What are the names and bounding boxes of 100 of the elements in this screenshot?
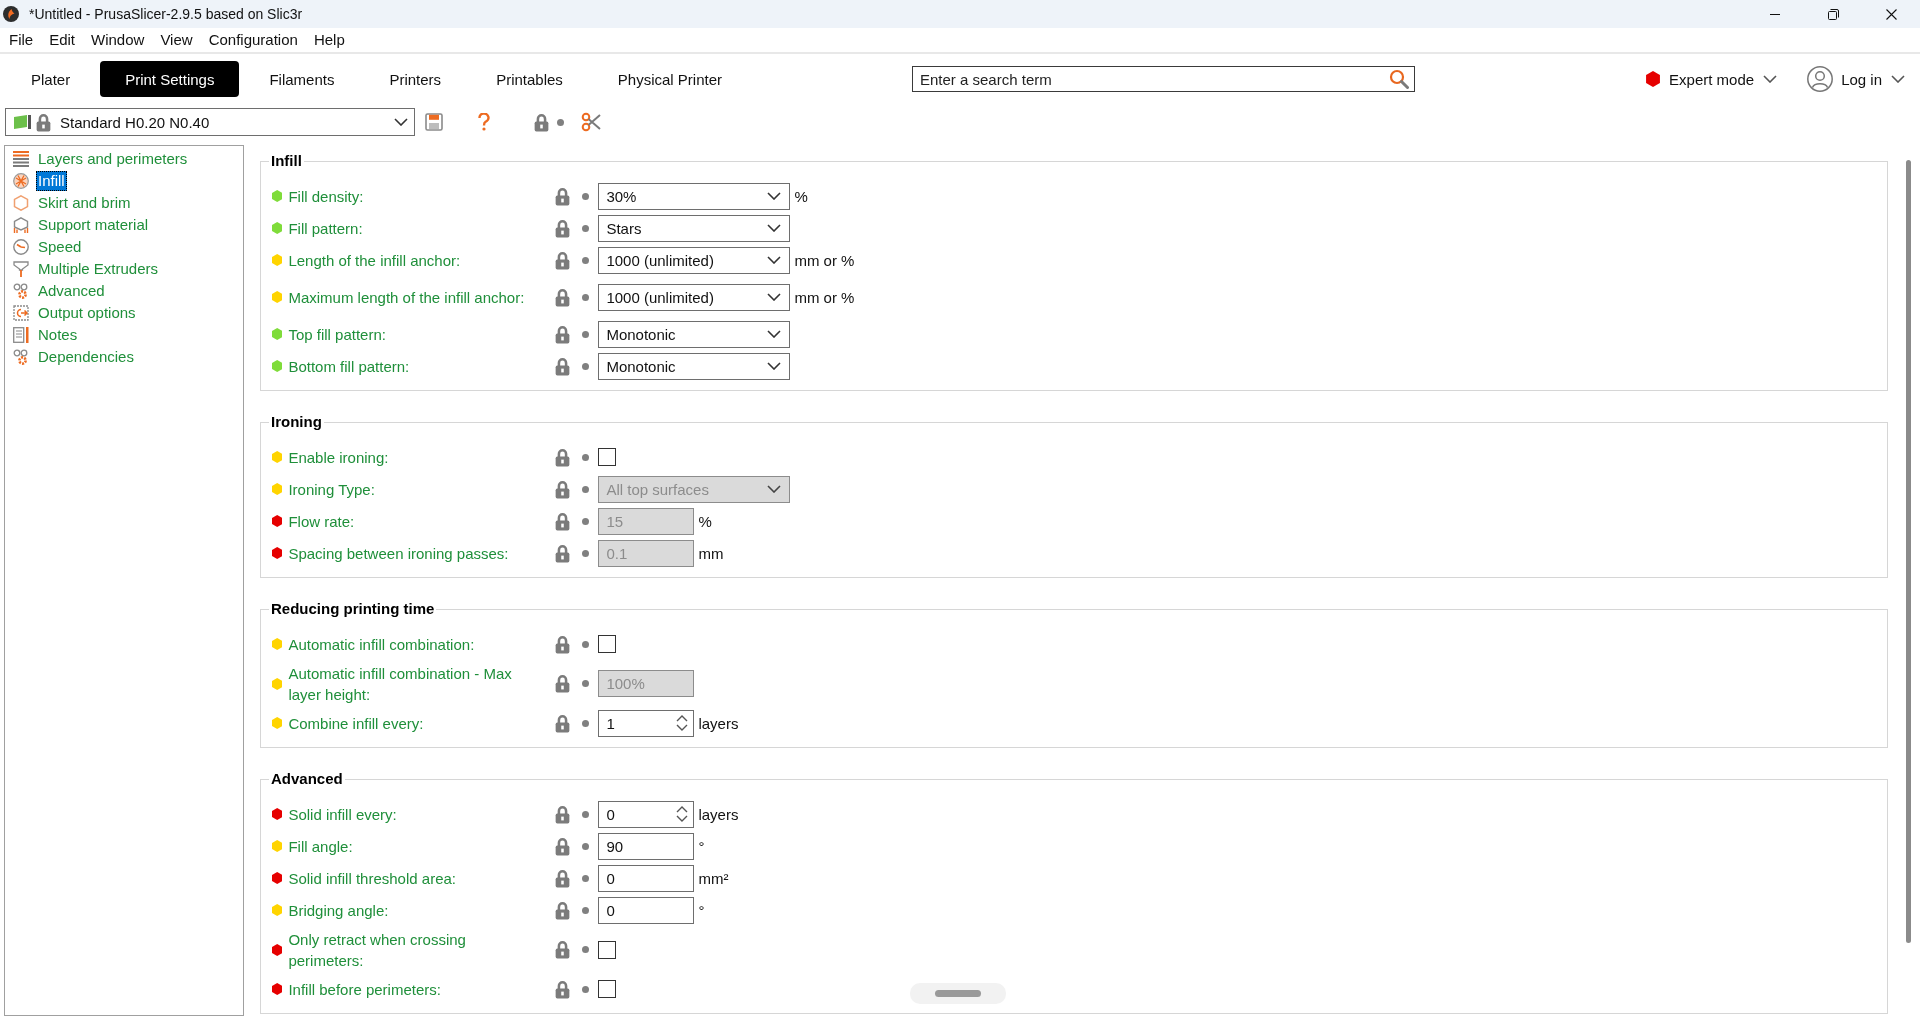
lock-icon[interactable] [555,479,571,499]
dropdown[interactable]: Monotonic [598,352,791,380]
checkbox[interactable] [598,635,617,653]
lock-icon[interactable] [555,713,571,733]
tab[interactable]: Print Settings [100,61,240,97]
login-button[interactable]: Log in [1841,70,1905,88]
group-title: Reducing printing time [270,600,436,618]
chevron-down-icon [767,224,782,232]
spin-field[interactable]: 0 [598,800,695,828]
lock-icon[interactable] [555,511,571,531]
preset-dropdown[interactable]: Standard H0.20 N0.40 [5,108,415,136]
dot-icon[interactable] [582,293,590,301]
text-field[interactable]: 0 [598,896,695,924]
sidebar-item[interactable]: Infill [36,171,67,191]
menu-item[interactable]: Help [305,29,353,51]
lock-icon[interactable] [555,324,571,344]
sidebar-item[interactable]: Dependencies [36,347,136,367]
lock-icon[interactable] [555,804,571,824]
tab[interactable]: Printers [364,61,467,97]
option-label: Flow rate: [288,511,355,532]
sidebar-item[interactable]: Advanced [36,281,107,301]
dropdown[interactable]: Stars [598,214,791,242]
checkbox[interactable] [598,448,617,466]
menu-item[interactable]: View [152,29,201,51]
spin-field[interactable]: 1 [598,709,695,737]
lock-icon[interactable] [534,112,549,132]
text-field[interactable]: 90 [598,832,695,860]
option-label: Combine infill every: [288,713,424,734]
dropdown[interactable]: 1000 (unlimited) [598,283,791,311]
lock-icon[interactable] [555,979,571,999]
clock-icon [13,239,29,255]
checkbox[interactable] [598,980,617,998]
menu-item[interactable]: File [1,29,42,51]
menu-item[interactable]: Edit [41,29,84,51]
scissors-icon[interactable] [581,112,601,132]
lock-icon[interactable] [555,447,571,467]
sidebar-item[interactable]: Speed [36,237,84,257]
dot-icon[interactable] [582,485,590,493]
sidebar-item[interactable]: Support material [36,215,151,235]
lock-icon[interactable] [555,356,571,376]
option-label: Automatic infill combination: [288,634,475,655]
dot-icon[interactable] [582,224,590,232]
flag-icon [14,115,32,129]
lock-icon[interactable] [555,287,571,307]
unit-label: % [794,187,808,205]
dot-icon[interactable] [582,946,590,953]
dot-icon[interactable] [582,330,590,338]
dot-icon[interactable] [582,906,590,914]
tab[interactable]: Printables [471,61,588,97]
lock-icon[interactable] [555,250,571,270]
mode-dropdown[interactable]: Expert mode [1669,70,1778,88]
dot-icon[interactable] [582,362,590,370]
text-field[interactable]: 0 [598,864,695,892]
search-field[interactable]: Enter a search term [912,66,1415,92]
dot-icon[interactable] [582,680,590,687]
group-title: Ironing [270,413,323,431]
dot-icon[interactable] [582,517,590,525]
menu-item[interactable]: Window [83,29,153,51]
dot-icon[interactable] [582,874,590,882]
dropdown[interactable]: Monotonic [598,320,791,348]
chevron-down-icon [767,293,782,301]
tab[interactable]: Plater [6,61,96,97]
lock-icon[interactable] [555,543,571,563]
chevron-down-icon [767,485,782,493]
dot-icon[interactable] [582,810,590,818]
scroll-handle[interactable] [910,983,1006,1004]
window-title: *Untitled - PrusaSlicer-2.9.5 based on Slic3r [29,6,304,22]
lock-icon[interactable] [555,634,571,654]
lock-icon[interactable] [555,836,571,856]
dot-icon[interactable] [582,640,590,648]
dropdown[interactable]: 30% [598,182,791,210]
dot-icon[interactable] [557,118,564,126]
checkbox[interactable] [598,940,617,959]
dropdown[interactable]: 1000 (unlimited) [598,246,791,274]
sidebar-item[interactable]: Notes [36,325,80,345]
dot-icon[interactable] [582,985,590,993]
dot-icon[interactable] [582,256,590,264]
tab[interactable]: Filaments [244,61,360,97]
dot-icon[interactable] [582,549,590,557]
save-icon[interactable] [425,113,443,131]
sidebar-item[interactable]: Skirt and brim [36,193,133,213]
help-icon[interactable] [478,113,490,131]
lock-icon[interactable] [555,900,571,920]
lock-icon[interactable] [555,940,571,959]
lock-icon[interactable] [555,186,571,206]
dot-icon[interactable] [582,719,590,727]
dot-icon[interactable] [582,192,590,200]
tab[interactable]: Physical Printer [592,61,748,97]
sidebar-item[interactable]: Multiple Extruders [36,259,161,279]
user-icon[interactable] [1807,66,1834,92]
scrollbar-thumb[interactable] [1906,160,1911,943]
menu-item[interactable]: Configuration [200,29,306,51]
dot-icon[interactable] [582,453,590,461]
dot-icon[interactable] [582,842,590,850]
lock-icon[interactable] [555,868,571,888]
sidebar-item[interactable]: Layers and perimeters [36,149,190,169]
lock-icon[interactable] [555,218,571,238]
sidebar-item[interactable]: Output options [36,303,138,323]
notes-icon [13,327,29,343]
lock-icon[interactable] [555,674,571,693]
